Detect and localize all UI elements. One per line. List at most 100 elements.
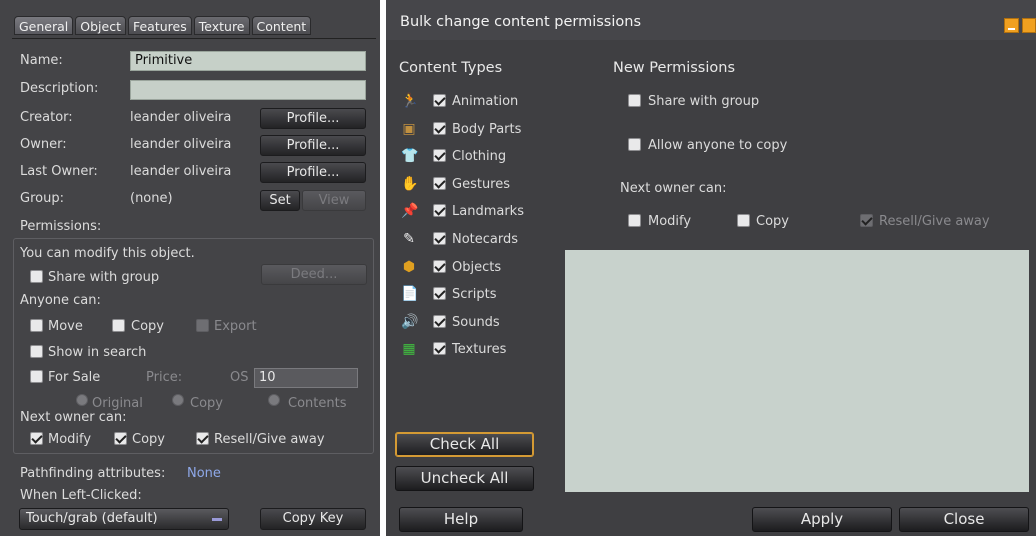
content-type-label: Notecards [452, 232, 519, 247]
last-owner-label: Last Owner: [20, 164, 98, 179]
share-with-group-checkbox[interactable] [30, 270, 43, 283]
content-type-label: Scripts [452, 287, 497, 303]
content-type-label: Clothing [452, 149, 507, 165]
description-field[interactable] [130, 80, 366, 100]
content-type-checkbox-animation[interactable] [433, 94, 446, 107]
content-type-checkbox-clothing[interactable] [433, 149, 446, 163]
next-resell-label: Resell/Give away [214, 432, 325, 447]
new-permissions-heading: New Permissions [613, 60, 735, 76]
content-type-checkbox-textures[interactable] [433, 342, 446, 356]
anyone-copy-checkbox[interactable] [112, 319, 125, 332]
next-owner-copy-checkbox[interactable] [737, 214, 750, 227]
view-group-button[interactable]: View [302, 190, 366, 211]
anyone-copy-label: Copy [131, 319, 164, 334]
radio-copy-label: Copy [190, 396, 223, 411]
content-type-checkbox-body-parts[interactable] [433, 121, 446, 135]
pathfinding-label: Pathfinding attributes: [20, 466, 166, 481]
tab-general[interactable]: General [14, 16, 74, 35]
dialog-titlebar[interactable]: Bulk change content permissions [386, 0, 1036, 40]
tab-bar: General Object Features Texture Content [14, 16, 312, 38]
next-owner-label: Next owner can: [20, 410, 127, 425]
group-label: Group: [20, 191, 64, 206]
tab-content[interactable]: Content [251, 16, 312, 35]
apply-button[interactable]: Apply [752, 507, 892, 532]
next-copy-label: Copy [132, 432, 165, 447]
last-owner-profile-button[interactable]: Profile... [260, 162, 366, 183]
radio-copy[interactable] [172, 394, 184, 406]
tab-divider [12, 38, 376, 39]
next-owner-modify-checkbox[interactable] [628, 214, 641, 227]
owner-value: leander oliveira [130, 137, 232, 152]
object-properties-panel: General Object Features Texture Content … [0, 0, 380, 536]
owner-profile-button[interactable]: Profile... [260, 135, 366, 156]
move-label: Move [48, 319, 83, 334]
price-field[interactable]: 10 [254, 368, 358, 388]
copy-key-button[interactable]: Copy Key [260, 508, 366, 530]
shirt-icon: 👕 [401, 148, 419, 165]
content-type-checkbox-sounds[interactable] [433, 314, 446, 328]
help-button[interactable]: Help [399, 507, 523, 532]
check-all-button[interactable]: Check All [395, 432, 534, 457]
content-type-label: Objects [452, 259, 502, 275]
log-area [565, 250, 1029, 492]
pathfinding-value: None [187, 466, 221, 481]
script-icon: 📄 [401, 286, 419, 303]
deed-button[interactable]: Deed... [261, 264, 367, 285]
content-type-checkbox-notecards[interactable] [433, 232, 446, 245]
share-group-checkbox[interactable] [628, 94, 641, 107]
price-label: Price: [146, 370, 183, 385]
bulk-permissions-dialog: Bulk change content permissions Content … [386, 0, 1036, 536]
group-value: (none) [130, 191, 173, 206]
for-sale-checkbox[interactable] [30, 370, 43, 383]
next-copy-checkbox[interactable] [114, 432, 127, 445]
description-label: Description: [20, 81, 99, 96]
content-type-label: Landmarks [452, 204, 524, 220]
next-resell-checkbox[interactable] [196, 432, 209, 445]
export-label: Export [214, 319, 257, 334]
allow-anyone-copy-checkbox[interactable] [628, 138, 641, 151]
content-type-checkbox-scripts[interactable] [433, 287, 446, 301]
anyone-can-label: Anyone can: [20, 293, 101, 308]
for-sale-label: For Sale [48, 370, 101, 385]
dropdown-arrow-icon [212, 518, 222, 521]
content-type-label: Animation [452, 94, 519, 109]
cube-icon: ⬢ [402, 258, 416, 275]
content-type-label: Sounds [452, 314, 500, 330]
creator-profile-button[interactable]: Profile... [260, 108, 366, 129]
radio-original-label: Original [92, 396, 143, 411]
radio-contents-label: Contents [288, 396, 347, 411]
dialog-title: Bulk change content permissions [400, 14, 642, 30]
close-window-icon[interactable] [1022, 18, 1036, 33]
last-owner-value: leander oliveira [130, 164, 232, 179]
content-type-checkbox-landmarks[interactable] [433, 204, 446, 218]
content-type-checkbox-gestures[interactable] [433, 176, 446, 190]
name-label: Name: [20, 53, 63, 68]
modify-note: You can modify this object. [20, 246, 195, 261]
content-type-label: Textures [452, 342, 507, 358]
name-field[interactable]: Primitive [130, 51, 366, 71]
texture-icon: ▦ [402, 341, 416, 358]
next-modify-checkbox[interactable] [30, 432, 43, 445]
tab-features[interactable]: Features [127, 16, 192, 35]
next-owner-resell-checkbox[interactable] [860, 214, 873, 227]
content-types-heading: Content Types [399, 60, 503, 76]
tab-object[interactable]: Object [75, 16, 126, 35]
body-parts-icon: ▣ [402, 120, 416, 137]
owner-label: Owner: [20, 137, 67, 152]
close-button[interactable]: Close [899, 507, 1029, 532]
share-group-label: Share with group [648, 94, 760, 109]
show-in-search-checkbox[interactable] [30, 345, 43, 358]
left-click-dropdown[interactable]: Touch/grab (default) [19, 508, 229, 530]
creator-label: Creator: [20, 110, 73, 125]
minimize-icon[interactable] [1004, 18, 1019, 33]
move-checkbox[interactable] [30, 319, 43, 332]
next-owner-modify-label: Modify [648, 214, 692, 229]
uncheck-all-button[interactable]: Uncheck All [395, 466, 534, 491]
export-checkbox[interactable] [196, 319, 209, 332]
tab-texture[interactable]: Texture [193, 16, 250, 35]
radio-contents[interactable] [268, 394, 280, 406]
set-group-button[interactable]: Set [260, 190, 300, 211]
content-type-checkbox-objects[interactable] [433, 259, 446, 273]
radio-original[interactable] [76, 394, 88, 406]
allow-anyone-copy-label: Allow anyone to copy [648, 138, 788, 153]
